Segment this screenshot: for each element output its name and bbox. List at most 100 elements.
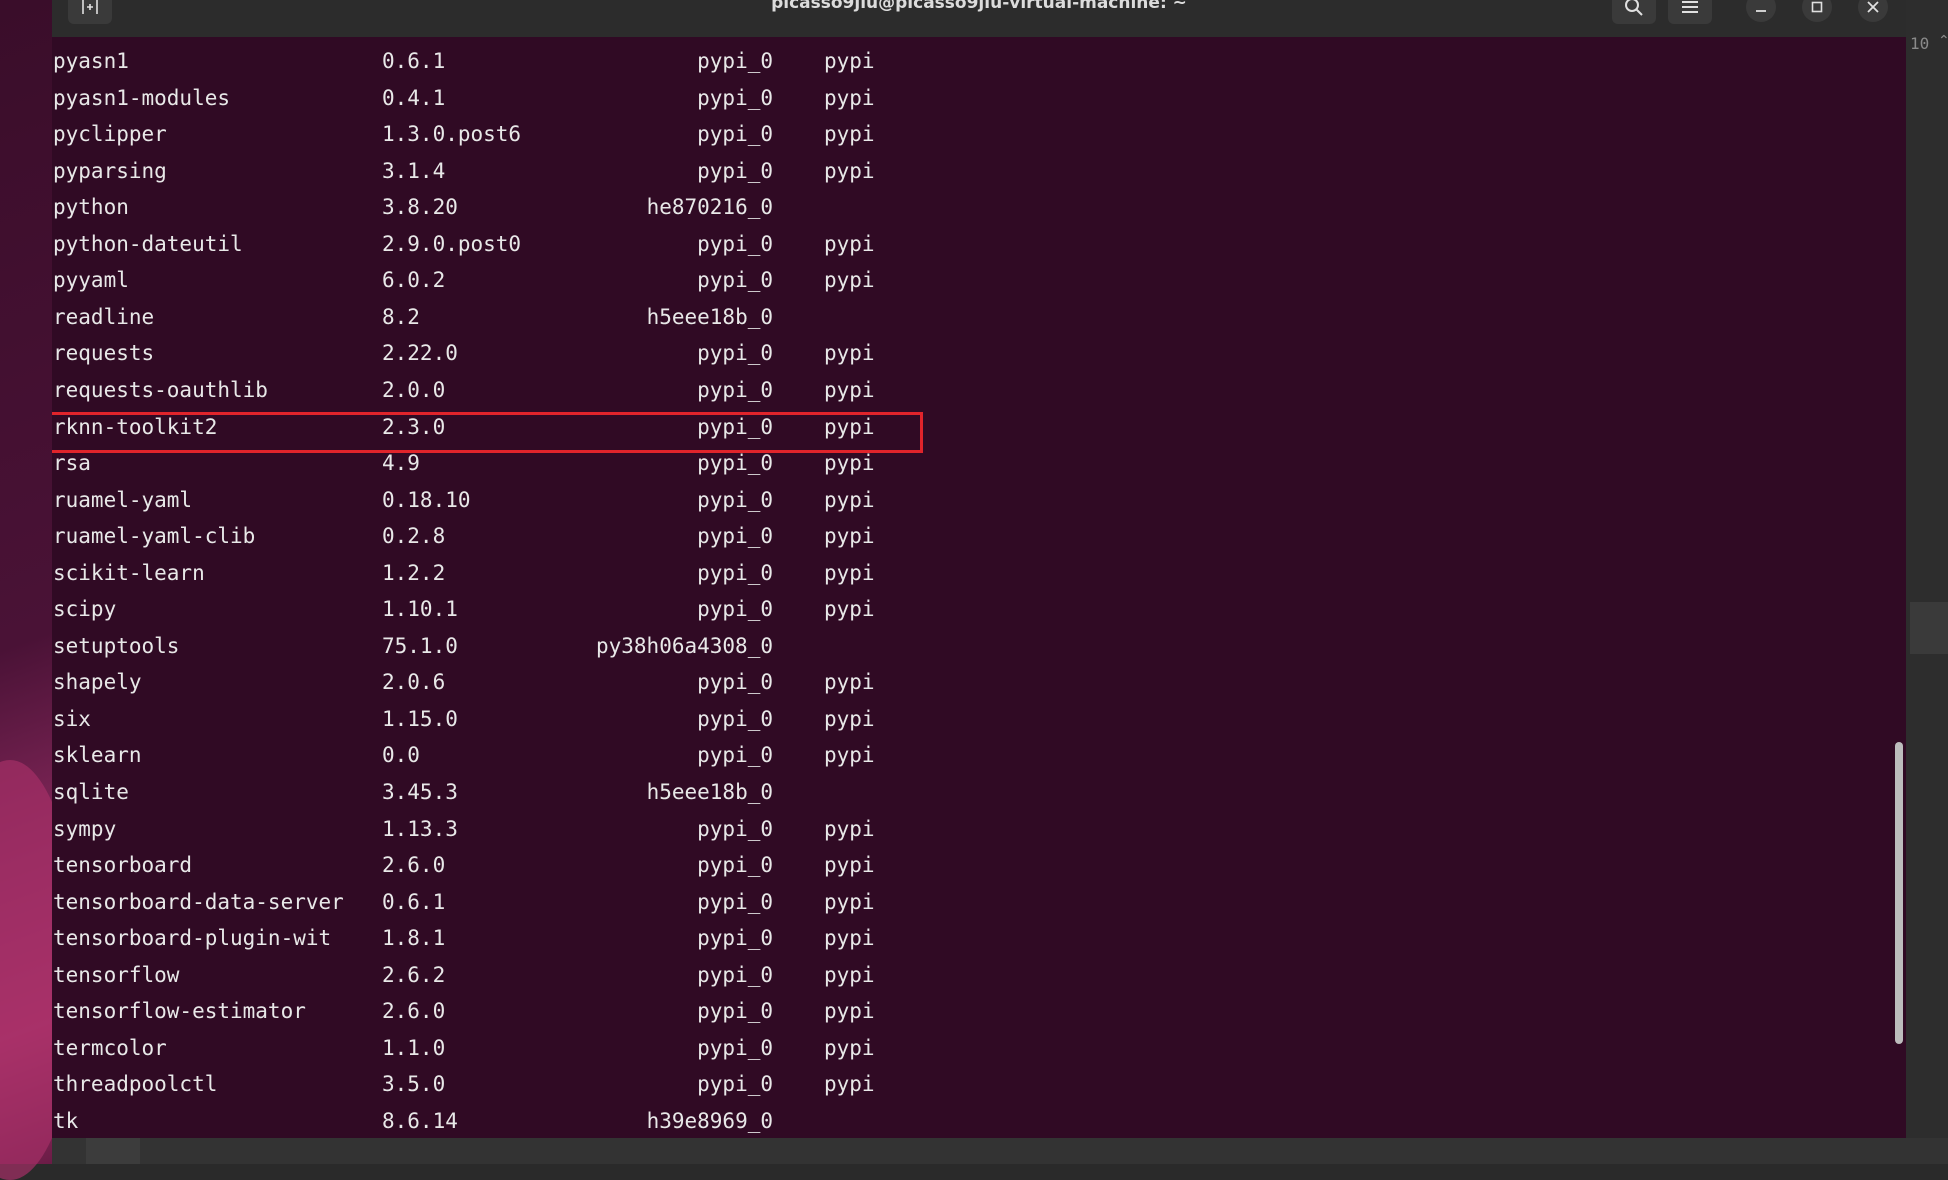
package-version: 1.15.0: [382, 706, 458, 731]
package-name: pyclipper: [53, 122, 167, 147]
line-number: 10: [1910, 34, 1930, 53]
package-version: 3.45.3: [382, 780, 458, 804]
minimize-icon: [1756, 10, 1766, 12]
highlight-box: [52, 412, 923, 453]
hamburger-menu-icon: [1682, 1, 1698, 13]
package-channel: pypi: [824, 743, 875, 768]
bottom-panel-tab[interactable]: [86, 1138, 140, 1164]
package-build: pypi_0: [697, 268, 773, 293]
package-version: 0.18.10: [382, 487, 471, 512]
package-build: pypi_0: [697, 706, 773, 731]
package-build: pypi_0: [697, 597, 773, 622]
package-channel: pypi: [824, 158, 875, 183]
package-row: tensorflow 2.6.2 pypi_0 pypi: [52, 957, 1052, 993]
package-channel: pypi: [824, 962, 875, 987]
maximize-button[interactable]: [1802, 0, 1832, 22]
package-channel: pypi: [824, 487, 875, 512]
search-button[interactable]: [1612, 0, 1656, 24]
package-version: 3.1.4: [382, 158, 446, 183]
background-editor-pane: 10 ⌃: [1906, 0, 1948, 1138]
package-version: 2.6.0: [382, 853, 446, 878]
package-row: sklearn 0.0 pypi_0 pypi: [52, 737, 1052, 773]
package-row: tensorboard-plugin-wit 1.8.1 pypi_0 pypi: [52, 920, 1052, 956]
package-version: 75.1.0: [382, 633, 458, 658]
package-version: 1.3.0.post6: [382, 122, 522, 147]
desktop-wallpaper: [0, 0, 80, 1180]
package-name: tensorboard-plugin-wit: [53, 926, 332, 951]
editor-block: [1910, 602, 1948, 654]
package-version: 1.8.1: [382, 926, 446, 951]
package-build: pypi_0: [697, 743, 773, 768]
package-row: sqlite 3.45.3 h5eee18b_0: [52, 774, 1052, 810]
package-row: tensorboard 2.6.0 pypi_0 pypi: [52, 847, 1052, 883]
package-row: python-dateutil 2.9.0.post0 pypi_0 pypi: [52, 226, 1052, 262]
package-name: ruamel-yaml-clib: [53, 524, 256, 549]
package-build: pypi_0: [697, 1035, 773, 1060]
package-channel: pypi: [824, 999, 875, 1024]
package-build: pypi_0: [697, 122, 773, 147]
package-row: pyyaml 6.0.2 pypi_0 pypi: [52, 262, 1052, 298]
package-name: ruamel-yaml: [53, 487, 193, 512]
package-build: pypi_0: [697, 670, 773, 695]
package-version: 1.13.3: [382, 816, 458, 841]
package-name: readline: [53, 304, 155, 329]
package-row: scikit-learn 1.2.2 pypi_0 pypi: [52, 555, 1052, 591]
package-channel: pypi: [824, 706, 875, 731]
package-channel: pypi: [824, 853, 875, 878]
package-name: scikit-learn: [53, 560, 205, 585]
package-channel: pypi: [824, 341, 875, 366]
package-name: requests: [53, 341, 155, 366]
package-name: sklearn: [53, 743, 142, 768]
chevron-icon: ⌃: [1938, 33, 1948, 49]
package-version: 2.6.0: [382, 999, 446, 1024]
terminal-window: picasso9jiu@picasso9jiu-virtual-machine:…: [52, 0, 1906, 1138]
package-version: 8.2: [382, 304, 420, 329]
menu-button[interactable]: [1668, 0, 1712, 24]
package-name: tensorboard-data-server: [53, 889, 344, 914]
title-bar[interactable]: picasso9jiu@picasso9jiu-virtual-machine:…: [52, 0, 1906, 37]
package-name: requests-oauthlib: [53, 377, 268, 402]
package-build: h5eee18b_0: [646, 780, 773, 804]
package-build: h5eee18b_0: [646, 304, 773, 329]
package-name: pyasn1: [53, 49, 129, 73]
package-name: python: [53, 195, 129, 220]
package-build: pypi_0: [697, 85, 773, 110]
package-row: six 1.15.0 pypi_0 pypi: [52, 701, 1052, 737]
package-row: requests 2.22.0 pypi_0 pypi: [52, 335, 1052, 371]
package-name: tensorboard: [53, 853, 193, 878]
package-channel: pypi: [824, 268, 875, 293]
package-channel: pypi: [824, 816, 875, 841]
package-build: pypi_0: [697, 341, 773, 366]
package-name: six: [53, 706, 91, 731]
package-channel: pypi: [824, 926, 875, 951]
package-name: threadpoolctl: [53, 1072, 218, 1097]
package-row: sympy 1.13.3 pypi_0 pypi: [52, 811, 1052, 847]
maximize-icon: [1811, 1, 1823, 13]
terminal-output[interactable]: pyasn1 0.6.1 pypi_0 pypi pyasn1-modules 0.4.1…: [52, 37, 1906, 1138]
package-row: requests-oauthlib 2.0.0 pypi_0 pypi: [52, 372, 1052, 408]
package-name: scipy: [53, 597, 117, 622]
package-build: pypi_0: [697, 816, 773, 841]
package-channel: pypi: [824, 670, 875, 695]
package-version: 2.9.0.post0: [382, 231, 522, 256]
package-version: 8.6.14: [382, 1108, 458, 1133]
package-name: tensorflow: [53, 962, 180, 987]
package-version: 3.8.20: [382, 195, 458, 220]
package-channel: pypi: [824, 85, 875, 110]
package-channel: pypi: [824, 231, 875, 256]
scrollbar-thumb[interactable]: [1895, 742, 1903, 1044]
package-name: tk: [53, 1108, 79, 1133]
package-build: pypi_0: [697, 1072, 773, 1097]
minimize-button[interactable]: [1746, 0, 1776, 22]
package-row: tk 8.6.14 h39e8969_0: [52, 1103, 1052, 1138]
close-button[interactable]: [1858, 0, 1888, 22]
package-row: setuptools 75.1.0 py38h06a4308_0: [52, 628, 1052, 664]
bottom-panel: [52, 1138, 1948, 1164]
package-build: pypi_0: [697, 889, 773, 914]
close-icon: [1867, 1, 1879, 13]
package-channel: pypi: [824, 49, 875, 73]
package-channel: pypi: [824, 560, 875, 585]
package-build: pypi_0: [697, 524, 773, 549]
package-build: pypi_0: [697, 377, 773, 402]
package-channel: pypi: [824, 597, 875, 622]
